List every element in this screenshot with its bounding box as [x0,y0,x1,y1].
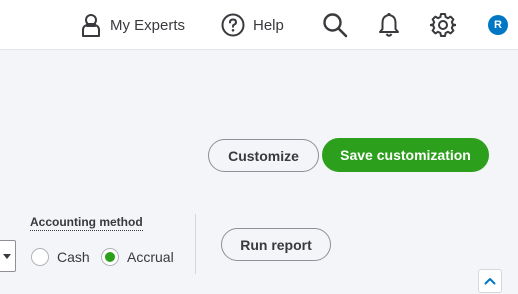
search-button[interactable] [322,0,348,50]
gear-icon [430,12,456,38]
search-icon [322,12,348,38]
options-divider [195,214,196,274]
help-label: Help [253,16,284,34]
save-customization-button[interactable]: Save customization [322,138,489,172]
accounting-method-label: Accounting method [30,215,143,231]
accrual-radio-circle[interactable] [101,248,119,266]
accrual-radio[interactable]: Accrual [101,248,174,266]
chevron-down-icon [3,254,11,259]
notifications-button[interactable] [377,0,401,50]
run-report-button[interactable]: Run report [221,228,331,261]
cash-radio-label: Cash [57,249,90,265]
cash-radio-circle[interactable] [31,248,49,266]
person-icon [80,12,102,38]
help-link[interactable]: Help [221,0,284,50]
radio-selected-dot [105,252,115,262]
my-experts-link[interactable]: My Experts [80,0,185,50]
scroll-to-top-button[interactable] [478,269,502,293]
accrual-radio-label: Accrual [127,249,174,265]
chevron-up-icon [484,277,496,285]
report-period-dropdown[interactable] [0,240,16,272]
top-navigation-bar: My Experts Help R [0,0,518,50]
cash-radio[interactable]: Cash [31,248,90,266]
customize-button[interactable]: Customize [208,139,319,172]
question-circle-icon [221,13,245,37]
user-avatar[interactable]: R [488,15,508,35]
my-experts-label: My Experts [110,16,186,34]
bell-icon [377,12,401,38]
settings-button[interactable] [430,0,456,50]
